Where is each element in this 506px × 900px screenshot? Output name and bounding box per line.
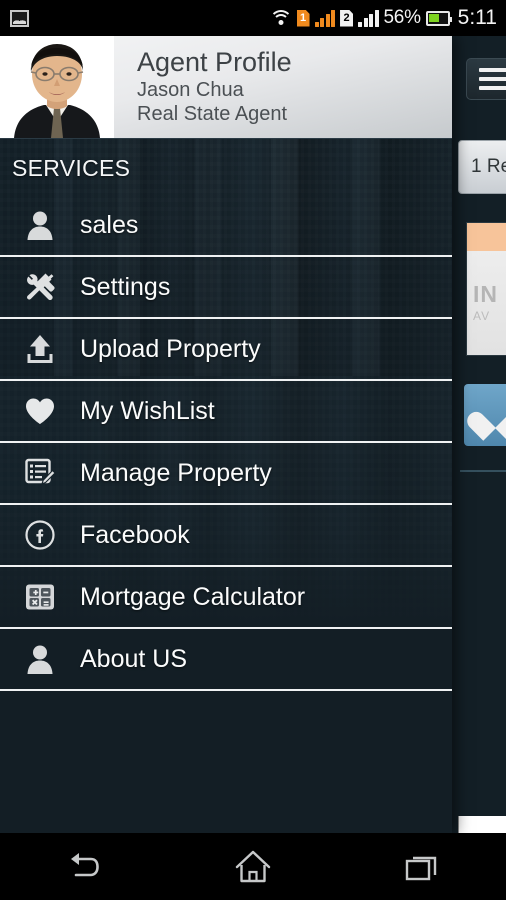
person-icon [18,639,62,679]
card-divider [460,470,506,472]
nav-back-button[interactable] [0,833,169,900]
sim1-icon: 1 [297,10,310,27]
status-bar-notifications [0,9,29,27]
menu-item-my-wishlist[interactable]: My WishList [0,381,452,443]
menu-item-about-us[interactable]: About US [0,629,452,691]
card-subtitle: AV [473,309,491,323]
menu-item-label: Upload Property [80,334,261,363]
menu-item-manage-property[interactable]: Manage Property [0,443,452,505]
menu-item-label: About US [80,644,188,673]
menu-item-sales[interactable]: sales [0,195,452,257]
hamburger-line [479,68,506,72]
phone-screen: 1 2 56% 5:11 1 Result IN AV [0,0,506,900]
nav-recents-button[interactable] [337,833,506,900]
agent-role: Real State Agent [137,102,288,125]
sim2-icon: 2 [340,10,353,27]
property-listing-card[interactable]: IN AV [466,222,506,356]
status-bar-clock: 5:11 [457,6,497,29]
heart-icon [478,400,506,430]
recents-icon [405,856,436,880]
sim1-signal-icon [314,9,336,27]
hamburger-line [479,77,506,81]
facebook-icon [18,515,62,555]
menu-item-mortgage-calculator[interactable]: Mortgage Calculator [0,567,452,629]
tools-icon [18,267,62,307]
menu-item-label: Manage Property [80,458,272,487]
menu-item-label: My WishList [80,396,215,425]
menu-item-label: Mortgage Calculator [80,582,306,611]
list-edit-icon [18,453,62,493]
status-bar: 1 2 56% 5:11 [0,0,506,36]
status-bar-indicators: 1 2 56% 5:11 [269,6,506,30]
wishlist-button[interactable] [464,384,506,446]
hamburger-menu-button[interactable] [466,58,506,100]
agent-profile-header[interactable]: Agent Profile Jason Chua Real State Agen… [0,36,452,139]
menu-item-settings[interactable]: Settings [0,257,452,319]
bottom-white-panel [458,816,506,833]
menu-item-label: Settings [80,272,171,301]
battery-percent-label: 56% [383,7,421,28]
back-arrow-icon [71,852,100,876]
nav-home-button[interactable] [169,833,338,900]
agent-name: Jason Chua [137,78,244,101]
system-navigation-bar [0,833,506,900]
page-title: Agent Profile [137,47,292,78]
services-menu-list: sales Settings Upload Property My WishLi… [0,195,452,691]
sim2-signal-icon [358,9,379,27]
sim2-label: 2 [343,11,350,24]
results-count-label: 1 Result [458,140,506,194]
services-section-label: SERVICES [12,155,131,181]
menu-item-upload-property[interactable]: Upload Property [0,319,452,381]
hamburger-line [479,86,506,90]
battery-icon [425,10,452,26]
home-icon [235,850,271,882]
gallery-image-icon [10,9,29,27]
navigation-drawer: Agent Profile Jason Chua Real State Agen… [0,36,452,833]
sim1-label: 1 [299,11,307,24]
wifi-icon [269,9,293,27]
card-banner [467,223,506,251]
menu-item-label: Facebook [80,520,190,549]
calculator-icon [18,577,62,617]
person-icon [18,205,62,245]
menu-item-facebook[interactable]: Facebook [0,505,452,567]
heart-icon [18,391,62,431]
upload-icon [18,329,62,369]
agent-profile-text: Agent Profile Jason Chua Real State Agen… [114,36,292,138]
avatar [0,36,114,138]
menu-item-label: sales [80,210,139,239]
card-body: IN AV [467,251,506,355]
card-title: IN [473,281,498,307]
